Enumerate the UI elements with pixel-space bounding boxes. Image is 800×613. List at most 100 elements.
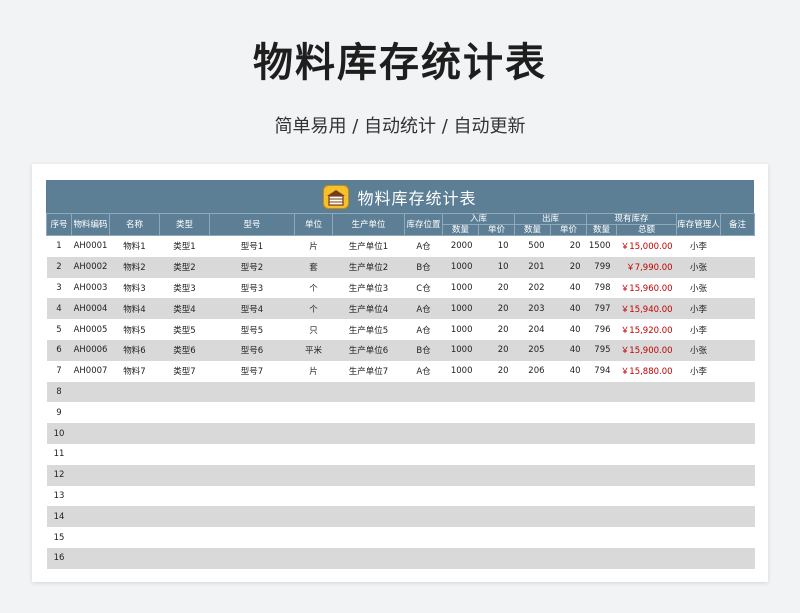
cell-in-price[interactable] bbox=[478, 402, 515, 424]
col-model[interactable]: 型号 bbox=[209, 213, 295, 236]
cell-location[interactable] bbox=[404, 423, 443, 444]
cell-seq[interactable]: 3 bbox=[46, 277, 72, 299]
cell-name[interactable] bbox=[109, 485, 160, 507]
cell-model[interactable] bbox=[209, 506, 295, 528]
cell-name[interactable] bbox=[109, 547, 160, 569]
cell-unit[interactable]: 片 bbox=[294, 360, 333, 382]
cell-maker[interactable] bbox=[332, 527, 405, 548]
cell-manager[interactable] bbox=[676, 443, 721, 465]
cell-in-qty[interactable] bbox=[442, 402, 479, 424]
cell-location[interactable] bbox=[404, 547, 443, 569]
table-row[interactable]: 11 bbox=[46, 443, 755, 465]
cell-code[interactable] bbox=[71, 402, 110, 424]
col-cur-qty[interactable]: 数量 bbox=[586, 224, 618, 236]
cell-unit[interactable]: 平米 bbox=[294, 339, 333, 361]
cell-location[interactable]: B仓 bbox=[404, 339, 443, 361]
cell-code[interactable] bbox=[71, 443, 110, 465]
cell-type[interactable]: 类型5 bbox=[159, 319, 210, 340]
cell-name[interactable]: 物料4 bbox=[109, 298, 160, 320]
cell-maker[interactable] bbox=[332, 547, 405, 569]
cell-cur-qty[interactable] bbox=[586, 506, 617, 528]
cell-code[interactable]: AH0006 bbox=[71, 339, 110, 361]
table-row[interactable]: 7 AH0007 物料7 类型7 型号7 片生产单位7 A仓 1000 20 206 40 794 ￥1… bbox=[46, 360, 755, 382]
cell-maker[interactable] bbox=[332, 381, 405, 403]
cell-cur-total[interactable] bbox=[616, 381, 677, 403]
cell-unit[interactable] bbox=[294, 547, 333, 569]
cell-cur-qty[interactable]: 799 bbox=[586, 256, 617, 278]
cell-location[interactable]: A仓 bbox=[404, 360, 443, 382]
cell-location[interactable] bbox=[404, 464, 443, 486]
cell-location[interactable]: A仓 bbox=[404, 319, 443, 340]
cell-cur-total[interactable]: ￥15,900.00 bbox=[616, 339, 677, 361]
cell-model[interactable] bbox=[209, 423, 295, 444]
cell-model[interactable] bbox=[209, 527, 295, 548]
cell-remark[interactable] bbox=[720, 443, 755, 465]
cell-location[interactable] bbox=[404, 402, 443, 424]
cell-location[interactable] bbox=[404, 527, 443, 548]
cell-name[interactable] bbox=[109, 402, 160, 424]
cell-cur-qty[interactable] bbox=[586, 381, 617, 403]
cell-remark[interactable] bbox=[720, 485, 755, 507]
col-code[interactable]: 物料编码 bbox=[71, 213, 110, 236]
table-row[interactable]: 13 bbox=[46, 485, 755, 507]
cell-name[interactable]: 物料2 bbox=[109, 256, 160, 278]
cell-manager[interactable]: 小张 bbox=[676, 256, 721, 278]
cell-cur-qty[interactable] bbox=[586, 527, 617, 548]
col-unit[interactable]: 单位 bbox=[294, 213, 333, 236]
col-out-price[interactable]: 单价 bbox=[550, 224, 588, 236]
cell-out-qty[interactable] bbox=[514, 443, 551, 465]
col-out-qty[interactable]: 数量 bbox=[514, 224, 552, 236]
cell-model[interactable]: 型号3 bbox=[209, 277, 295, 299]
cell-cur-qty[interactable] bbox=[586, 547, 617, 569]
table-row[interactable]: 6 AH0006 物料6 类型6 型号6 平米 生产单位6 B仓 1000 20 205 40 795 ￥… bbox=[46, 339, 755, 361]
cell-in-qty[interactable] bbox=[442, 506, 479, 528]
cell-model[interactable]: 型号5 bbox=[209, 319, 295, 340]
cell-cur-total[interactable]: ￥15,880.00 bbox=[616, 360, 677, 382]
cell-manager[interactable]: 小李 bbox=[676, 298, 721, 320]
cell-cur-total[interactable]: ￥15,960.00 bbox=[616, 277, 677, 299]
cell-seq[interactable]: 7 bbox=[46, 360, 72, 382]
cell-name[interactable]: 物料6 bbox=[109, 339, 160, 361]
cell-model[interactable]: 型号1 bbox=[209, 235, 295, 257]
cell-manager[interactable]: 小张 bbox=[676, 277, 721, 299]
cell-type[interactable]: 类型6 bbox=[159, 339, 210, 361]
cell-unit[interactable] bbox=[294, 464, 333, 486]
cell-unit[interactable]: 个 bbox=[294, 277, 333, 299]
cell-out-qty[interactable] bbox=[514, 464, 551, 486]
cell-cur-qty[interactable]: 796 bbox=[586, 319, 617, 340]
cell-in-qty[interactable] bbox=[442, 381, 479, 403]
cell-cur-total[interactable]: ￥15,940.00 bbox=[616, 298, 677, 320]
cell-out-qty[interactable]: 204 bbox=[514, 319, 551, 340]
cell-out-price[interactable]: 20 bbox=[550, 256, 587, 278]
col-name[interactable]: 名称 bbox=[109, 213, 160, 236]
cell-code[interactable] bbox=[71, 381, 110, 403]
cell-code[interactable]: AH0003 bbox=[71, 277, 110, 299]
cell-manager[interactable] bbox=[676, 527, 721, 548]
cell-code[interactable] bbox=[71, 485, 110, 507]
cell-model[interactable]: 型号4 bbox=[209, 298, 295, 320]
cell-seq[interactable]: 15 bbox=[46, 527, 72, 548]
cell-model[interactable] bbox=[209, 547, 295, 569]
cell-in-price[interactable]: 10 bbox=[478, 256, 515, 278]
cell-remark[interactable] bbox=[720, 256, 755, 278]
cell-name[interactable]: 物料3 bbox=[109, 277, 160, 299]
cell-out-price[interactable] bbox=[550, 485, 587, 507]
cell-unit[interactable] bbox=[294, 506, 333, 528]
cell-code[interactable]: AH0001 bbox=[71, 235, 110, 257]
cell-remark[interactable] bbox=[720, 547, 755, 569]
cell-in-qty[interactable] bbox=[442, 527, 479, 548]
cell-out-qty[interactable] bbox=[514, 506, 551, 528]
cell-out-price[interactable] bbox=[550, 381, 587, 403]
cell-maker[interactable] bbox=[332, 464, 405, 486]
cell-seq[interactable]: 9 bbox=[46, 402, 72, 424]
cell-in-qty[interactable]: 1000 bbox=[442, 298, 479, 320]
cell-model[interactable]: 型号6 bbox=[209, 339, 295, 361]
cell-type[interactable] bbox=[159, 527, 210, 548]
cell-in-price[interactable] bbox=[478, 527, 515, 548]
cell-seq[interactable]: 1 bbox=[46, 235, 72, 257]
cell-unit[interactable] bbox=[294, 402, 333, 424]
cell-in-qty[interactable]: 2000 bbox=[442, 235, 479, 257]
cell-out-price[interactable]: 20 bbox=[550, 235, 587, 257]
cell-manager[interactable]: 小李 bbox=[676, 360, 721, 382]
table-row[interactable]: 8 bbox=[46, 381, 755, 403]
